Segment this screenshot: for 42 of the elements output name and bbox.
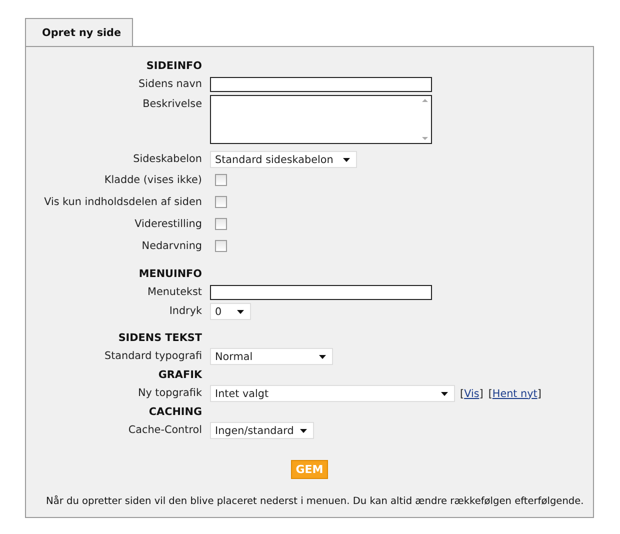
- select-field[interactable]: Ingen/standard: [210, 422, 314, 439]
- checkbox[interactable]: [215, 240, 227, 252]
- caret-icon: [300, 428, 307, 432]
- textarea-field[interactable]: [210, 95, 432, 144]
- caret-icon: [319, 354, 326, 358]
- field-label: Ny topgrafik: [136, 386, 202, 401]
- caret-icon: [441, 392, 448, 396]
- text-field[interactable]: [210, 77, 432, 92]
- bracket: ]: [479, 388, 484, 400]
- field-label: Vis kun indholdsdelen af siden: [43, 195, 202, 210]
- field-label: Kladde (vises ikke): [103, 173, 202, 188]
- link[interactable]: Vis: [464, 388, 480, 400]
- select-field[interactable]: Normal: [210, 348, 333, 365]
- checkbox[interactable]: [215, 174, 227, 186]
- caret-icon: [237, 310, 244, 314]
- field-label: Sidens navn: [138, 77, 202, 92]
- info-note: Når du opretter siden vil den blive placeret nederst i menuen. Du kan altid ændre rækkefølgen efterfølgende.: [46, 496, 584, 507]
- field-label: Nedarvning: [140, 239, 202, 254]
- field-label: Menutekst: [146, 285, 202, 300]
- checkbox[interactable]: [215, 196, 227, 208]
- section-heading: GRAFIK: [157, 368, 202, 383]
- select-field[interactable]: 0: [210, 303, 251, 320]
- text-field[interactable]: [210, 285, 432, 300]
- section-heading: MENUINFO: [138, 267, 202, 282]
- section-heading: SIDEINFO: [145, 59, 202, 74]
- bracket: [: [460, 388, 464, 400]
- field-label: Standard typografi: [103, 349, 202, 364]
- section-heading: CACHING: [148, 405, 202, 420]
- tab[interactable]: Opret ny side: [25, 18, 133, 47]
- select-field[interactable]: Intet valgt: [210, 385, 455, 402]
- field-label: Sideskabelon: [132, 152, 202, 167]
- checkbox[interactable]: [215, 218, 227, 230]
- section-heading: SIDENS TEKST: [117, 331, 202, 346]
- field-label: Viderestilling: [134, 217, 202, 232]
- select-field[interactable]: Standard sideskabelon: [210, 151, 357, 168]
- caret-icon: [343, 158, 350, 162]
- link[interactable]: Hent nyt: [492, 388, 538, 400]
- field-label: Indryk: [168, 304, 202, 319]
- field-label: Cache-Control: [127, 423, 202, 438]
- bracket: ]: [537, 388, 542, 400]
- bracket: [: [488, 388, 492, 400]
- field-label: Beskrivelse: [142, 97, 202, 112]
